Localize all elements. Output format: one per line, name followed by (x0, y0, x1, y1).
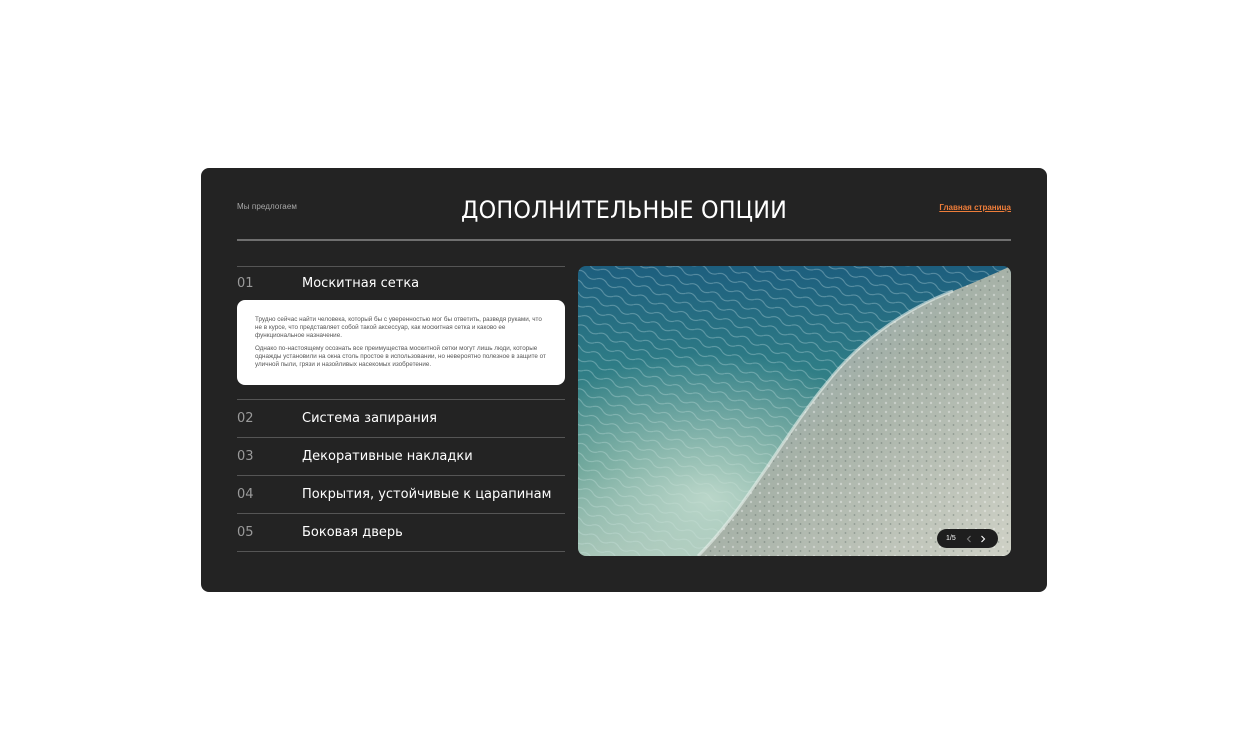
accordion-header-3[interactable]: 03 Декоративные накладки (237, 438, 565, 475)
ocean-wave-photo (578, 266, 1011, 556)
option-label: Покрытия, устойчивые к царапинам (302, 486, 552, 502)
description-paragraph-2: Однако по-настоящему осознать все преиму… (255, 345, 546, 368)
options-accordion: 01 Москитная сетка Трудно сейчас найти ч… (237, 266, 565, 552)
accordion-header-5[interactable]: 05 Боковая дверь (237, 514, 565, 551)
option-number: 01 (237, 276, 254, 291)
option-description: Трудно сейчас найти человека, который бы… (237, 300, 565, 385)
home-link[interactable]: Главная страница (939, 203, 1011, 212)
accordion-header-2[interactable]: 02 Система запирания (237, 400, 565, 437)
accordion-item-4: 04 Покрытия, устойчивые к царапинам (237, 474, 565, 513)
options-section: Мы предлогаем ДОПОЛНИТЕЛЬНЫЕ ОПЦИИ Главн… (201, 168, 1047, 592)
option-number: 05 (237, 524, 254, 540)
next-slide-button[interactable] (976, 529, 990, 548)
description-paragraph-1: Трудно сейчас найти человека, который бы… (255, 316, 542, 339)
option-label: Москитная сетка (302, 276, 420, 291)
option-number: 02 (237, 410, 254, 426)
accordion-item-2: 02 Система запирания (237, 398, 565, 437)
slider-pager: 1/5 (937, 529, 998, 548)
slider-image: 1/5 (578, 266, 1011, 556)
accordion-item-5: 05 Боковая дверь (237, 512, 565, 552)
slide-counter: 1/5 (946, 535, 956, 542)
prev-slide-button[interactable] (962, 529, 976, 548)
option-label: Боковая дверь (302, 524, 403, 540)
accordion-item-3: 03 Декоративные накладки (237, 436, 565, 475)
accordion-item-1: 01 Москитная сетка Трудно сейчас найти ч… (237, 266, 565, 385)
page-title: ДОПОЛНИТЕЛЬНЫЕ ОПЦИИ (461, 196, 787, 224)
option-number: 04 (237, 486, 254, 502)
option-number: 03 (237, 448, 254, 464)
option-label: Декоративные накладки (302, 448, 473, 464)
accordion-header-1[interactable]: 01 Москитная сетка (237, 267, 565, 300)
header-divider (237, 239, 1011, 241)
accordion-header-4[interactable]: 04 Покрытия, устойчивые к царапинам (237, 476, 565, 513)
chevron-left-icon (966, 535, 971, 542)
option-label: Система запирания (302, 410, 437, 426)
chevron-right-icon (981, 535, 986, 542)
